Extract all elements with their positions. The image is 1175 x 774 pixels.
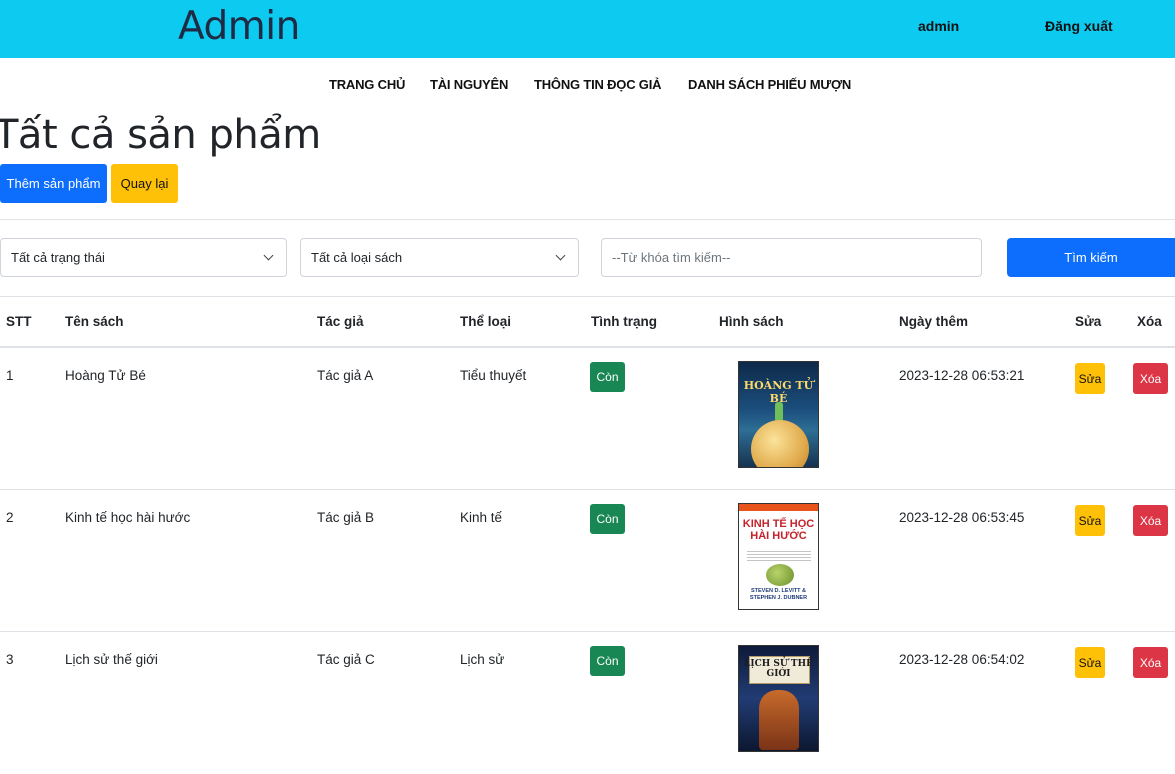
cell-stt: 3: [6, 652, 14, 667]
category-select[interactable]: Tất cả loại sách: [300, 238, 579, 277]
col-header-image: Hình sách: [719, 314, 784, 329]
cell-author: Tác giả A: [317, 368, 374, 383]
keyword-search-input[interactable]: --Từ khóa tìm kiếm--: [601, 238, 982, 277]
cell-date: 2023-12-28 06:53:21: [899, 368, 1025, 383]
col-header-stt: STT: [6, 314, 32, 329]
cell-stt: 1: [6, 368, 14, 383]
book-cover-image: KINH TẾ HỌC HÀI HƯỚC STEVEN D. LEVITT & …: [738, 503, 819, 610]
col-header-status: Tình trạng: [591, 314, 657, 329]
cover-title: KINH TẾ HỌC HÀI HƯỚC: [742, 518, 815, 542]
cover-figure: [759, 690, 799, 750]
col-header-edit: Sửa: [1075, 314, 1102, 329]
delete-button[interactable]: Xóa: [1133, 363, 1168, 394]
logout-link[interactable]: Đăng xuất: [1045, 18, 1113, 34]
col-header-author: Tác giả: [317, 314, 364, 329]
status-badge: Còn: [590, 646, 625, 676]
cell-stt: 2: [6, 510, 14, 525]
brand-title[interactable]: Admin: [178, 4, 300, 50]
cell-category: Tiểu thuyết: [460, 368, 527, 383]
top-bar: Admin admin Đăng xuất: [0, 0, 1175, 58]
cell-category: Kinh tế: [460, 510, 503, 525]
table-row: 2 Kinh tế học hài hước Tác giả B Kinh tế…: [0, 490, 1175, 632]
user-name[interactable]: admin: [918, 18, 959, 34]
status-badge: Còn: [590, 362, 625, 392]
table-row: 1 Hoàng Tử Bé Tác giả A Tiểu thuyết Còn …: [0, 348, 1175, 490]
delete-button[interactable]: Xóa: [1133, 647, 1168, 678]
status-badge: Còn: [590, 504, 625, 534]
cell-name: Hoàng Tử Bé: [65, 368, 146, 383]
book-cover-image: LỊCH SỬ THẾ GIỚI: [738, 645, 819, 752]
col-header-delete: Xóa: [1137, 314, 1162, 329]
page-title: Tất cả sản phẩm: [0, 112, 321, 158]
cell-name: Lịch sử thế giới: [65, 652, 158, 667]
edit-button[interactable]: Sửa: [1075, 647, 1105, 678]
back-button[interactable]: Quay lại: [111, 164, 178, 203]
search-button[interactable]: Tìm kiếm: [1007, 238, 1175, 277]
status-select-value: Tất cả trạng thái: [11, 250, 105, 265]
cover-figure: [775, 402, 783, 422]
nav-resources[interactable]: TÀI NGUYÊN: [430, 77, 508, 92]
table-header: STT Tên sách Tác giả Thể loại Tình trạng…: [0, 296, 1175, 348]
cell-date: 2023-12-28 06:54:02: [899, 652, 1025, 667]
cover-melon: [766, 564, 794, 586]
cell-date: 2023-12-28 06:53:45: [899, 510, 1025, 525]
cell-author: Tác giả B: [317, 510, 375, 525]
cover-title: LỊCH SỬ THẾ GIỚI: [744, 659, 813, 679]
book-cover-image: HOÀNG TỬ BÉ: [738, 361, 819, 468]
cover-fine-print: [747, 551, 811, 563]
cover-band: [739, 504, 818, 511]
cover-planet: [751, 420, 809, 467]
col-header-category: Thể loại: [460, 314, 512, 329]
col-header-name: Tên sách: [65, 314, 124, 329]
col-header-date: Ngày thêm: [899, 314, 969, 329]
status-select[interactable]: Tất cả trạng thái: [0, 238, 287, 277]
edit-button[interactable]: Sửa: [1075, 363, 1105, 394]
add-product-button[interactable]: Thêm sản phẩm: [0, 164, 107, 203]
chevron-down-icon: [555, 250, 566, 261]
nav-home[interactable]: TRANG CHỦ: [329, 77, 405, 92]
edit-button[interactable]: Sửa: [1075, 505, 1105, 536]
cell-category: Lịch sử: [460, 652, 505, 667]
category-select-value: Tất cả loại sách: [311, 250, 403, 265]
divider: [0, 219, 1175, 220]
cell-name: Kinh tế học hài hước: [65, 510, 191, 525]
table-row: 3 Lịch sử thế giới Tác giả C Lịch sử Còn…: [0, 632, 1175, 774]
nav-reader-info[interactable]: THÔNG TIN ĐỌC GIẢ: [534, 77, 662, 92]
chevron-down-icon: [263, 250, 274, 261]
delete-button[interactable]: Xóa: [1133, 505, 1168, 536]
cover-authors: STEVEN D. LEVITT & STEPHEN J. DUBNER: [749, 588, 808, 601]
main-nav: TRANG CHỦ TÀI NGUYÊN THÔNG TIN ĐỌC GIẢ D…: [0, 77, 1175, 97]
nav-borrow-list[interactable]: DANH SÁCH PHIẾU MƯỢN: [688, 77, 851, 92]
cell-author: Tác giả C: [317, 652, 375, 667]
